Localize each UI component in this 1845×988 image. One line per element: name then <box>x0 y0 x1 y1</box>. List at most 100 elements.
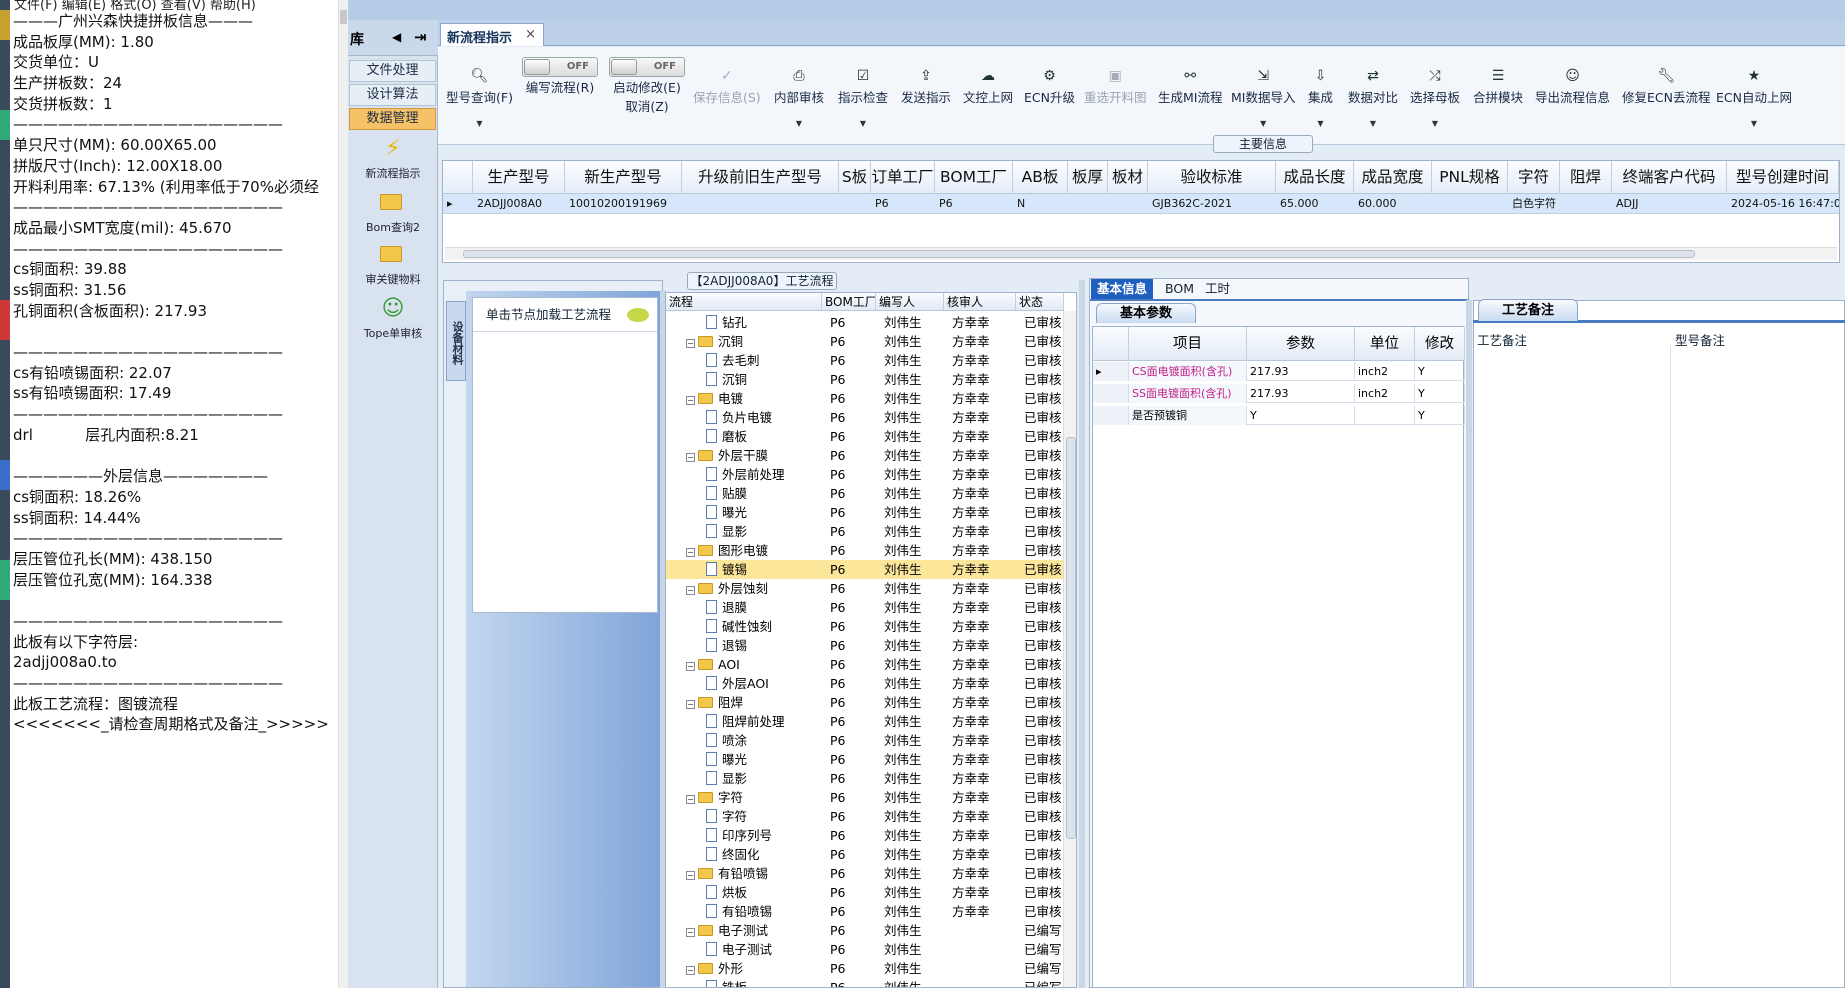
tree-row[interactable]: 显影 P6 刘伟生 方幸幸 已审核 <box>666 522 1076 541</box>
tree-row[interactable]: 碱性蚀刻 P6 刘伟生 方幸幸 已审核 <box>666 617 1076 636</box>
tree-row[interactable]: − 电镀 P6 刘伟生 方幸幸 已审核 <box>666 389 1076 408</box>
table-row[interactable]: SS面电镀面积(含孔) 217.93 inch2 Y <box>1093 384 1465 403</box>
column-header[interactable]: 状态 <box>1016 293 1064 311</box>
table-cell-value[interactable]: 217.93 <box>1247 362 1355 381</box>
column-header[interactable]: 新生产型号 <box>565 161 682 194</box>
splitter[interactable] <box>1079 280 1085 988</box>
nav-file-processing-button[interactable]: 文件处理 <box>349 60 436 82</box>
collapse-icon[interactable]: − <box>686 795 695 804</box>
column-header[interactable]: 型号创建时间 <box>1727 161 1839 194</box>
column-header[interactable]: 修改 <box>1415 327 1465 361</box>
nav-data-management-button[interactable]: 数据管理 <box>349 108 436 130</box>
notepad-menubar[interactable]: 文件(F) 编辑(E) 格式(O) 查看(V) 帮助(H) <box>10 0 256 13</box>
tree-row[interactable]: − AOI P6 刘伟生 方幸幸 已审核 <box>666 655 1076 674</box>
column-header[interactable]: 验收标准 <box>1148 161 1276 194</box>
mi-data-import-button[interactable]: ⇲ MI数据导入 ▼ <box>1231 69 1295 128</box>
close-icon[interactable]: × <box>525 27 536 42</box>
tree-row[interactable]: 负片电镀 P6 刘伟生 方幸幸 已审核 <box>666 408 1076 427</box>
tree-row[interactable]: − 电子测试 P6 刘伟生 已编写 <box>666 921 1076 940</box>
table-cell-value[interactable]: Y <box>1247 406 1355 425</box>
column-header[interactable]: 单位 <box>1355 327 1415 361</box>
tree-row[interactable]: 电子测试 P6 刘伟生 已编写 <box>666 940 1076 959</box>
tree-row[interactable]: 印序列号 P6 刘伟生 方幸幸 已审核 <box>666 826 1076 845</box>
tab-basic-info[interactable]: 基本信息 <box>1091 279 1154 299</box>
reselect-cutting-button[interactable]: ▣ 重选开料图 <box>1084 69 1147 106</box>
collapse-arrow-icon[interactable]: ◀ <box>392 30 401 44</box>
tab-new-flow[interactable]: 新流程指示 × <box>440 23 544 46</box>
flow-load-box[interactable]: 单击节点加载工艺流程 <box>472 297 658 613</box>
ecn-upgrade-button[interactable]: ⚙ ECN升级 <box>1024 69 1075 106</box>
tree-row[interactable]: 阻焊前处理 P6 刘伟生 方幸幸 已审核 <box>666 712 1076 731</box>
column-header[interactable]: 流程 <box>666 293 822 311</box>
collapse-icon[interactable]: − <box>686 396 695 405</box>
tab-bom[interactable]: BOM <box>1159 279 1200 299</box>
tree-row[interactable]: 沉铜 P6 刘伟生 方幸幸 已审核 <box>666 370 1076 389</box>
tree-row[interactable]: − 图形电镀 P6 刘伟生 方幸幸 已审核 <box>666 541 1076 560</box>
column-header[interactable]: 升级前旧生产型号 <box>682 161 839 194</box>
grid-corner[interactable] <box>443 161 473 194</box>
table-row[interactable]: ▸ CS面电镀面积(含孔) 217.93 inch2 Y <box>1093 362 1465 381</box>
tree-row[interactable]: 铣板 P6 刘伟生 已编写 <box>666 978 1076 987</box>
tree-row[interactable]: 终固化 P6 刘伟生 方幸幸 已审核 <box>666 845 1076 864</box>
collapse-icon[interactable]: − <box>686 966 695 975</box>
column-header[interactable]: 字符 <box>1508 161 1560 194</box>
nav-design-algorithm-button[interactable]: 设计算法 <box>349 84 436 106</box>
save-info-button[interactable]: ✓ 保存信息(S) <box>693 69 761 106</box>
tree-row[interactable]: 显影 P6 刘伟生 方幸幸 已审核 <box>666 769 1076 788</box>
tree-row[interactable]: 磨板 P6 刘伟生 方幸幸 已审核 <box>666 427 1076 446</box>
tree-row[interactable]: − 沉铜 P6 刘伟生 方幸幸 已审核 <box>666 332 1076 351</box>
column-header[interactable]: 编写人 <box>876 293 944 311</box>
tree-row[interactable]: 去毛刺 P6 刘伟生 方幸幸 已审核 <box>666 351 1076 370</box>
column-header[interactable]: 成品长度 <box>1276 161 1354 194</box>
column-header[interactable]: 参数 <box>1247 327 1355 361</box>
tree-row[interactable]: 外层前处理 P6 刘伟生 方幸幸 已审核 <box>666 465 1076 484</box>
nav-tope-review-item[interactable]: ☺ Tope单审核 <box>350 296 436 341</box>
collapse-icon[interactable]: − <box>686 339 695 348</box>
tab-process-notes[interactable]: 工艺备注 <box>1478 299 1578 321</box>
tree-row[interactable]: 有铅喷锡 P6 刘伟生 方幸幸 已审核 <box>666 902 1076 921</box>
table-cell-value[interactable]: 217.93 <box>1247 384 1355 403</box>
tree-row[interactable]: 镀锡 P6 刘伟生 方幸幸 已审核 <box>666 560 1076 579</box>
data-compare-button[interactable]: ⇄ 数据对比 ▼ <box>1348 69 1398 128</box>
tree-row[interactable]: − 阻焊 P6 刘伟生 方幸幸 已审核 <box>666 693 1076 712</box>
tree-row[interactable]: 外层AOI P6 刘伟生 方幸幸 已审核 <box>666 674 1076 693</box>
column-header[interactable]: AB板 <box>1013 161 1068 194</box>
column-header[interactable]: 阻焊 <box>1560 161 1612 194</box>
ecn-auto-online-button[interactable]: ★ ECN自动上网 ▼ <box>1716 69 1792 128</box>
column-header[interactable]: 核审人 <box>944 293 1016 311</box>
column-header[interactable]: 生产型号 <box>473 161 565 194</box>
instruction-check-button[interactable]: ☑ 指示检查 ▼ <box>838 69 888 128</box>
tab-basic-params[interactable]: 基本参数 <box>1096 303 1196 323</box>
toggle-switch[interactable]: OFF <box>522 57 598 77</box>
tree-row[interactable]: 烘板 P6 刘伟生 方幸幸 已审核 <box>666 883 1076 902</box>
tree-row[interactable]: − 外层蚀刻 P6 刘伟生 方幸幸 已审核 <box>666 579 1076 598</box>
splitter[interactable] <box>1466 300 1472 988</box>
tree-row[interactable]: − 有铅喷锡 P6 刘伟生 方幸幸 已审核 <box>666 864 1076 883</box>
collapse-icon[interactable]: − <box>686 453 695 462</box>
collapse-icon[interactable]: − <box>686 548 695 557</box>
model-query-button[interactable]: 🔍︎ 型号查询(F) ▼ <box>446 69 513 128</box>
tree-row[interactable]: − 外层干膜 P6 刘伟生 方幸幸 已审核 <box>666 446 1076 465</box>
column-header[interactable]: BOM工厂 <box>935 161 1013 194</box>
tree-row[interactable]: 退膜 P6 刘伟生 方幸幸 已审核 <box>666 598 1076 617</box>
column-header[interactable]: BOM工厂 <box>822 293 876 311</box>
select-mother-board-button[interactable]: ⤮ 选择母板 ▼ <box>1410 69 1460 128</box>
repair-ecn-flow-button[interactable]: 🔧︎ 修复ECN丢流程 <box>1622 69 1710 106</box>
notepad-text-area[interactable]: ———广州兴森快捷拼板信息——— 成品板厚(MM): 1.80 交货单位：U 生产拼板… <box>13 11 343 735</box>
start-modify-toggle[interactable]: OFF 启动修改(E) 取消(Z) <box>609 57 685 115</box>
column-header[interactable]: 成品宽度 <box>1354 161 1432 194</box>
tree-row[interactable]: − 字符 P6 刘伟生 方幸幸 已审核 <box>666 788 1076 807</box>
column-header[interactable]: 板材 <box>1108 161 1148 194</box>
column-header[interactable]: S板 <box>839 161 871 194</box>
toggle-switch[interactable]: OFF <box>609 57 685 77</box>
nav-new-flow-item[interactable]: ⚡ 新流程指示 <box>350 136 436 181</box>
tree-row[interactable]: 曝光 P6 刘伟生 方幸幸 已审核 <box>666 503 1076 522</box>
collapse-icon[interactable]: − <box>686 662 695 671</box>
collapse-icon[interactable]: − <box>686 871 695 880</box>
exit-icon[interactable]: ⇥ <box>414 28 427 46</box>
table-row[interactable]: ▸ 2ADJJ008A0 10010200191969 P6 P6 N GJB362C-20… <box>443 194 1839 214</box>
horizontal-scrollbar[interactable] <box>445 247 1837 260</box>
nav-key-material-item[interactable]: 审关键物料 <box>350 242 436 287</box>
tree-row[interactable]: − 外形 P6 刘伟生 已编写 <box>666 959 1076 978</box>
table-row[interactable]: 是否预镀铜 Y Y <box>1093 406 1465 425</box>
